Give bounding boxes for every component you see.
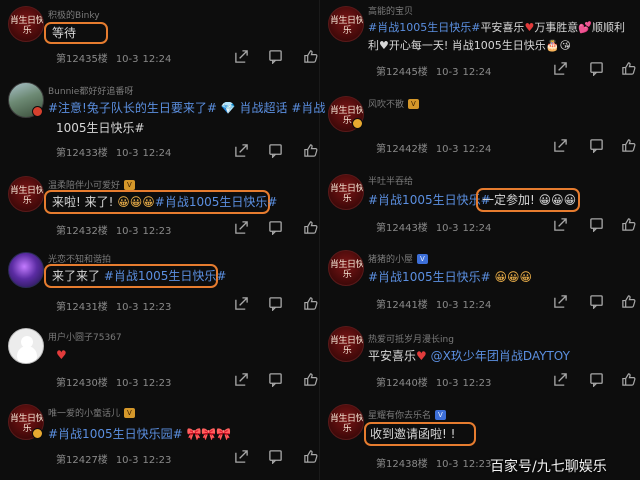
- like-icon[interactable]: [302, 220, 318, 236]
- comment-text-line2: 1005生日快乐#: [56, 121, 145, 135]
- like-icon[interactable]: [302, 143, 318, 159]
- like-icon[interactable]: [620, 61, 636, 77]
- username[interactable]: 猪猪的小屋 V: [368, 252, 428, 265]
- comment-meta: 第12430楼 10-3 12:23: [56, 378, 172, 389]
- avatar[interactable]: 肖生日快乐: [328, 404, 364, 440]
- comment-icon[interactable]: [267, 372, 283, 388]
- username[interactable]: 唯一爱的小童话儿 V: [48, 406, 135, 419]
- avatar[interactable]: 肖生日快乐: [328, 326, 364, 362]
- share-icon[interactable]: [552, 372, 568, 388]
- avatar[interactable]: [8, 328, 44, 364]
- level-badge: V: [417, 254, 428, 264]
- share-icon[interactable]: [552, 138, 568, 154]
- username[interactable]: 用户小圆子75367: [48, 330, 122, 343]
- comment-text: 收到邀请函啦! !: [370, 427, 456, 441]
- comment-text: 等待: [52, 26, 77, 40]
- comment-text: #肖战1005生日快乐#: [368, 193, 491, 207]
- like-icon[interactable]: [302, 296, 318, 312]
- comment-text: #肖战1005生日快乐园# 🎀🎀🎀: [48, 427, 232, 441]
- comment-icon[interactable]: [588, 138, 604, 154]
- like-icon[interactable]: [302, 372, 318, 388]
- comment-icon[interactable]: [267, 296, 283, 312]
- comment-meta: 第12438楼 10-3 12:23: [376, 459, 492, 470]
- username[interactable]: 半吐半吞给: [368, 174, 413, 187]
- avatar[interactable]: 肖生日快乐: [328, 6, 364, 42]
- like-icon[interactable]: [302, 49, 318, 65]
- comment-meta: 第12431楼 10-3 12:23: [56, 302, 172, 313]
- level-badge: V: [124, 408, 135, 418]
- level-badge: V: [408, 99, 419, 109]
- share-icon[interactable]: [233, 49, 249, 65]
- comment-text: #注意!兔子队长的生日要来了# 💎 肖战超话 #肖战: [48, 101, 326, 115]
- username[interactable]: 积极的Binky: [48, 8, 100, 21]
- verified-badge-icon: [32, 106, 43, 117]
- comment-meta: 第12442楼 10-3 12:24: [376, 144, 492, 155]
- comment-text: 来啦! 来了! 😀😀😀#肖战1005生日快乐#: [52, 195, 278, 209]
- comment-text: ♥: [56, 348, 67, 362]
- comment-icon[interactable]: [588, 61, 604, 77]
- comment-meta: 第12443楼 10-3 12:24: [376, 223, 492, 234]
- comment-meta: 第12432楼 10-3 12:23: [56, 226, 172, 237]
- share-icon[interactable]: [552, 217, 568, 233]
- like-icon[interactable]: [620, 294, 636, 310]
- comment-meta: 第12435楼 10-3 12:24: [56, 54, 172, 65]
- comment-icon[interactable]: [267, 49, 283, 65]
- comment-icon[interactable]: [267, 449, 283, 465]
- verified-badge-icon: [32, 428, 43, 439]
- level-badge: V: [124, 180, 135, 190]
- username[interactable]: Bunnie都好好追番呀: [48, 84, 133, 97]
- comment-meta: 第12441楼 10-3 12:24: [376, 300, 492, 311]
- share-icon[interactable]: [233, 296, 249, 312]
- like-icon[interactable]: [620, 138, 636, 154]
- avatar[interactable]: 肖生日快乐: [8, 176, 44, 212]
- share-icon[interactable]: [233, 372, 249, 388]
- comment-meta: 第12427楼 10-3 12:23: [56, 455, 172, 466]
- username[interactable]: 星耀有你去乐名 V: [368, 408, 446, 421]
- share-icon[interactable]: [233, 143, 249, 159]
- username[interactable]: 风吹不散 V: [368, 97, 419, 110]
- comment-meta: 第12445楼 10-3 12:24: [376, 67, 492, 78]
- comment-meta: 第12433楼 10-3 12:24: [56, 148, 172, 159]
- like-icon[interactable]: [302, 449, 318, 465]
- comment-text: #肖战1005生日快乐# 😀😀😀: [368, 270, 532, 284]
- username[interactable]: 热爱可抵岁月漫长ing: [368, 332, 454, 345]
- comment-column-right: 肖生日快乐 高能的宝贝 #肖战1005生日快乐#平安喜乐♥万事胜意💕顺顺利 利♥…: [320, 0, 640, 480]
- like-icon[interactable]: [620, 217, 636, 233]
- comment-icon[interactable]: [267, 220, 283, 236]
- avatar[interactable]: 肖生日快乐: [328, 174, 364, 210]
- comment-icon[interactable]: [588, 217, 604, 233]
- share-icon[interactable]: [552, 294, 568, 310]
- share-icon[interactable]: [233, 449, 249, 465]
- comment-meta: 第12440楼 10-3 12:23: [376, 378, 492, 389]
- like-icon[interactable]: [620, 372, 636, 388]
- avatar[interactable]: 肖生日快乐: [8, 6, 44, 42]
- avatar[interactable]: 肖生日快乐: [328, 250, 364, 286]
- comment-text: 平安喜乐♥ @X玖少年团肖战DAYTOY: [368, 349, 570, 363]
- comment-text: #肖战1005生日快乐#平安喜乐♥万事胜意💕顺顺利: [368, 21, 626, 34]
- comment-text-boxed: 一定参加! 😀😀😀: [482, 193, 577, 207]
- verified-badge-icon: [352, 118, 363, 129]
- avatar[interactable]: [8, 252, 44, 288]
- comment-icon[interactable]: [588, 372, 604, 388]
- username[interactable]: 高能的宝贝: [368, 4, 413, 17]
- comment-text-line2: 利♥开心每一天! 肖战1005生日快乐🎂😘: [368, 39, 571, 52]
- comment-icon[interactable]: [267, 143, 283, 159]
- share-icon[interactable]: [552, 61, 568, 77]
- share-icon[interactable]: [233, 220, 249, 236]
- watermark: 百家号/九七聊娱乐: [490, 459, 607, 475]
- comment-text: 来了来了 #肖战1005生日快乐#: [52, 269, 227, 283]
- comment-column-left: 肖生日快乐 积极的Binky 等待 第12435楼 10-3 12:24 Bunni…: [0, 0, 325, 480]
- level-badge: V: [435, 410, 446, 420]
- comment-icon[interactable]: [588, 294, 604, 310]
